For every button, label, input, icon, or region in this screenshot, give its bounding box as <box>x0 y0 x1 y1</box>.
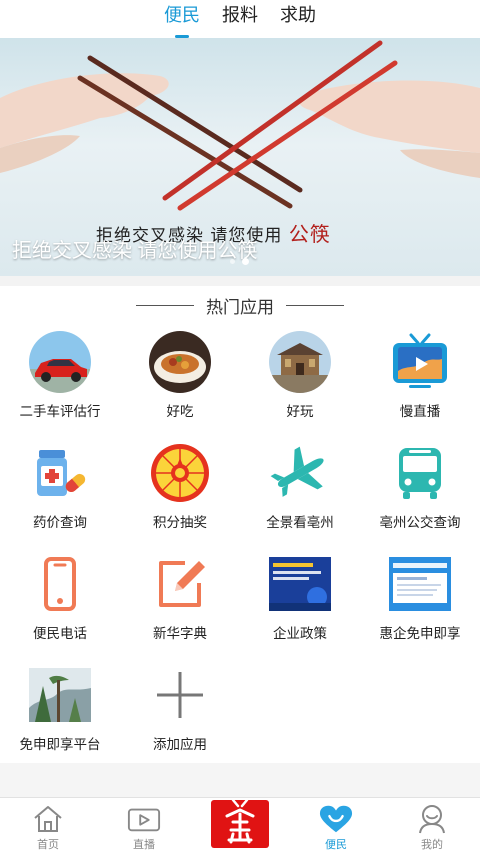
airplane-icon <box>268 441 332 505</box>
tab-baoliao[interactable]: 报料 <box>222 4 258 38</box>
title-line-right <box>286 304 344 306</box>
heart-icon <box>319 804 353 834</box>
user-icon <box>415 804 449 834</box>
tv-live-icon <box>388 330 452 394</box>
app-label: 慢直播 <box>399 404 441 419</box>
add-app-button[interactable]: 添加应用 <box>120 663 240 774</box>
food-photo-icon <box>148 330 212 394</box>
app-logo-icon <box>211 800 269 848</box>
app-label: 好玩 <box>286 404 314 419</box>
app-label: 积分抽奖 <box>153 515 207 530</box>
landmark-photo-icon <box>268 330 332 394</box>
app-bus-query[interactable]: 亳州公交查询 <box>360 441 480 552</box>
app-label: 免申即享平台 <box>19 737 101 752</box>
app-label: 好吃 <box>166 404 194 419</box>
app-label: 便民电话 <box>33 626 87 641</box>
video-icon <box>127 804 161 834</box>
benefit-thumbnail-icon <box>388 552 452 616</box>
app-service-phone[interactable]: 便民电话 <box>0 552 120 663</box>
app-points-lottery[interactable]: 积分抽奖 <box>120 441 240 552</box>
tab-bianmin[interactable]: 便民 <box>164 4 200 38</box>
nav-mine[interactable]: 我的 <box>384 798 480 853</box>
app-xinhua-dictionary[interactable]: 新华字典 <box>120 552 240 663</box>
app-used-car[interactable]: 二手车评估行 <box>0 330 120 441</box>
phone-icon <box>28 552 92 616</box>
car-photo-icon <box>28 330 92 394</box>
banner-image-text-red: 公筷 <box>288 222 331 246</box>
home-icon <box>31 804 65 834</box>
app-fun[interactable]: 好玩 <box>240 330 360 441</box>
banner-caption: 拒绝交叉感染 请您使用公筷 <box>12 240 258 262</box>
app-slow-live[interactable]: 慢直播 <box>360 330 480 441</box>
pagination-dot-active[interactable] <box>242 258 249 265</box>
dictionary-edit-icon <box>148 552 212 616</box>
app-label: 药价查询 <box>33 515 87 530</box>
bus-icon <box>388 441 452 505</box>
banner-carousel[interactable]: 拒绝交叉感染 请您使用 公筷 拒绝交叉感染 请您使用公筷 <box>0 38 480 276</box>
section-title: 热门应用 <box>0 294 480 317</box>
tab-qiuzhu[interactable]: 求助 <box>280 4 316 38</box>
app-exemption-platform[interactable]: 免申即享平台 <box>0 663 120 774</box>
bottom-nav: 首页 直播 便民 我的 <box>0 797 480 853</box>
nav-bianmin[interactable]: 便民 <box>288 798 384 853</box>
app-benefit-enterprise[interactable]: 惠企免申即享 <box>360 552 480 663</box>
app-food[interactable]: 好吃 <box>120 330 240 441</box>
nav-home[interactable]: 首页 <box>0 798 96 853</box>
nav-label: 我的 <box>421 839 443 851</box>
app-enterprise-policy[interactable]: 企业政策 <box>240 552 360 663</box>
nav-label: 首页 <box>37 839 59 851</box>
app-panorama-bozhou[interactable]: 全景看亳州 <box>240 441 360 552</box>
app-medicine-price[interactable]: 药价查询 <box>0 441 120 552</box>
app-label: 二手车评估行 <box>19 404 101 419</box>
nav-center[interactable] <box>192 798 288 853</box>
pagination-dot[interactable] <box>230 259 235 264</box>
app-label: 亳州公交查询 <box>379 515 461 530</box>
medicine-icon <box>28 441 92 505</box>
app-label: 添加应用 <box>153 737 207 752</box>
app-label: 新华字典 <box>153 626 207 641</box>
bottom-spacer <box>0 763 480 797</box>
nav-live[interactable]: 直播 <box>96 798 192 853</box>
title-line-left <box>136 304 194 306</box>
landscape-photo-icon <box>28 663 92 727</box>
banner-pagination <box>230 258 249 265</box>
app-grid: 二手车评估行 好吃 好玩 慢直播 药价查询 积分抽奖 全景看亳州 亳州公交查询 … <box>0 330 480 774</box>
nav-label: 直播 <box>133 839 155 851</box>
app-label: 企业政策 <box>273 626 327 641</box>
app-label: 全景看亳州 <box>266 515 334 530</box>
app-label: 惠企免申即享 <box>379 626 461 641</box>
divider <box>0 276 480 286</box>
top-tab-bar: 便民 报料 求助 <box>0 0 480 38</box>
plus-icon <box>148 663 212 727</box>
prize-wheel-icon <box>148 441 212 505</box>
section-title-text: 热门应用 <box>206 297 274 317</box>
policy-thumbnail-icon <box>268 552 332 616</box>
nav-label: 便民 <box>325 839 347 851</box>
